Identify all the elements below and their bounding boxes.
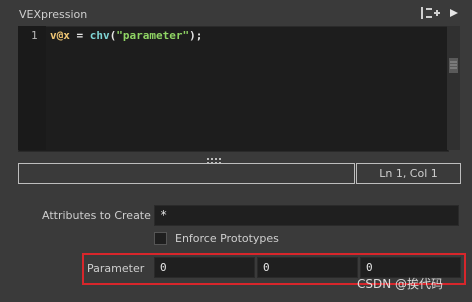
line-number: 1 xyxy=(31,29,38,42)
cursor-position-status: Ln 1, Col 1 xyxy=(356,163,461,184)
vex-code-editor[interactable] xyxy=(18,26,449,152)
code-token-operator: = xyxy=(69,29,90,42)
line-number-gutter xyxy=(18,26,46,150)
scrollbar-grip-icon[interactable] xyxy=(449,58,458,73)
code-token-end: ); xyxy=(189,29,203,42)
editor-vertical-scrollbar[interactable] xyxy=(447,26,460,150)
parameter-label: Parameter xyxy=(87,262,145,275)
code-line: v@x = chv("parameter"); xyxy=(50,29,202,42)
add-node-icon[interactable] xyxy=(418,4,442,22)
enforce-prototypes-label: Enforce Prototypes xyxy=(175,232,279,245)
code-token-string: "parameter" xyxy=(116,29,190,42)
code-token-variable: v@x xyxy=(50,29,70,42)
attributes-to-create-input[interactable]: * xyxy=(154,205,459,226)
section-title: VEXpression xyxy=(19,8,88,21)
attributes-to-create-label: Attributes to Create xyxy=(42,209,151,222)
parameter-field-2[interactable]: 0 xyxy=(257,257,358,278)
watermark-text: CSDN @挨代码 xyxy=(357,277,444,291)
editor-status-left xyxy=(18,163,355,184)
enforce-prototypes-checkbox[interactable] xyxy=(154,232,167,245)
parameter-field-1[interactable]: 0 xyxy=(154,257,255,278)
code-token-function: chv xyxy=(89,29,110,42)
editor-resize-handle-icon[interactable] xyxy=(206,150,222,164)
collapse-icon[interactable] xyxy=(445,4,463,22)
